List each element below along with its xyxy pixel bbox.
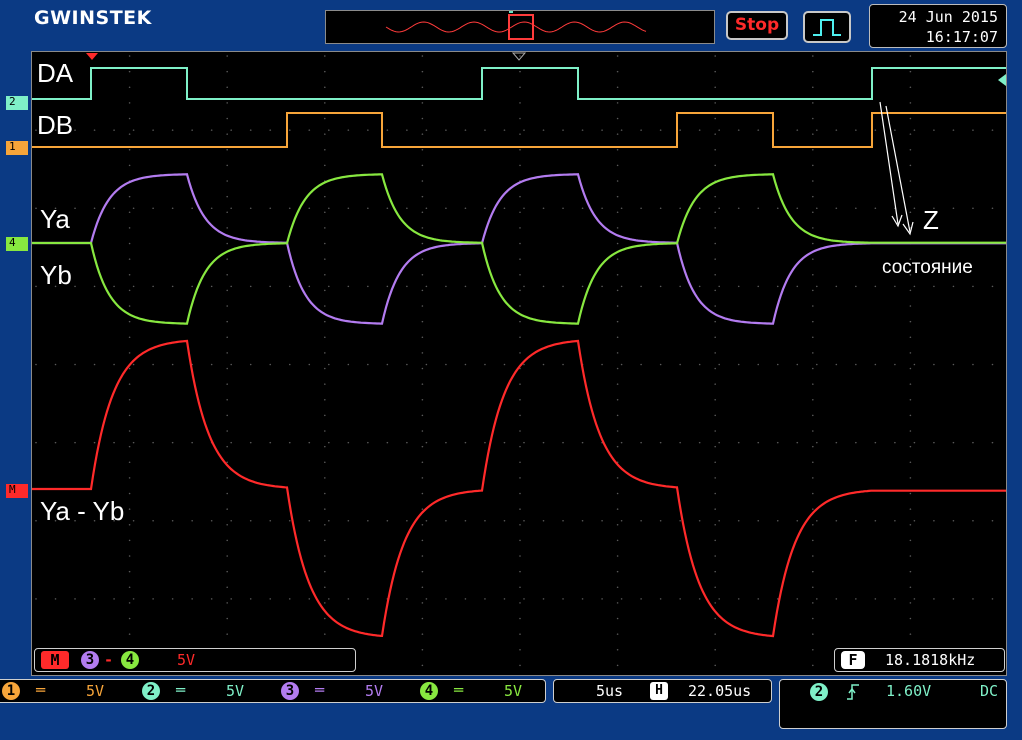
math-source-b: 4 [121, 651, 139, 669]
dc-coupling-icon: ═ [176, 681, 186, 699]
math-offset-marker[interactable]: M [6, 484, 28, 498]
date-time-display: 24 Jun 2015 16:17:07 [869, 4, 1007, 48]
ch2-offset-marker[interactable]: 2 [6, 96, 28, 110]
trace-da [32, 67, 1006, 100]
dc-coupling-icon: ═ [36, 681, 46, 699]
top-bar: GWINSTEK Stop 24 Jun 2015 16:17:07 [0, 0, 1022, 52]
label-ya: Ya [40, 204, 70, 234]
ch2-scale: 5V [226, 682, 245, 700]
math-operator: - [104, 651, 114, 669]
ch2-settings[interactable]: 2 ═ 5V [142, 680, 274, 702]
label-state: состояние [882, 257, 973, 278]
brand-logo: GWINSTEK [34, 7, 152, 29]
label-db: DB [37, 110, 74, 140]
ch4-badge: 4 [420, 682, 438, 700]
horizontal-position-icon: H [650, 682, 668, 700]
math-source-a: 3 [81, 651, 99, 669]
date-text: 24 Jun 2015 [898, 8, 998, 26]
time-text: 16:17:07 [925, 28, 998, 46]
pulse-icon [813, 19, 841, 36]
ch1-offset-marker[interactable]: 1 [6, 141, 28, 155]
label-da: DA [37, 58, 74, 88]
waveform-display: DA DB Ya Yb Z состояние Ya - Yb [31, 51, 1007, 676]
trace-ya-minus-yb [32, 339, 1006, 638]
ch4-settings[interactable]: 4 ═ 5V [420, 680, 544, 702]
timebase-settings[interactable]: 5us H 22.05us [553, 679, 772, 703]
ch1-scale: 5V [86, 682, 105, 700]
dc-coupling-icon: ═ [315, 681, 325, 699]
frequency-counter: F 18.1818kHz [834, 648, 1005, 672]
ch4-offset-marker[interactable]: 4 [6, 237, 28, 251]
waveform-plot [32, 52, 1006, 667]
dc-coupling-icon: ═ [454, 681, 464, 699]
channel-settings-bar: 1 ═ 5V 2 ═ 5V 3 ═ 5V 4 ═ 5V [0, 679, 546, 703]
ch3-settings[interactable]: 3 ═ 5V [281, 680, 413, 702]
arrow-icon [879, 101, 914, 236]
timebase-scale: 5us [596, 682, 624, 700]
ch3-badge: 3 [281, 682, 299, 700]
trigger-mode-button[interactable] [803, 11, 851, 43]
ch1-badge: 1 [2, 682, 20, 700]
ch1-settings[interactable]: 1 ═ 5V [2, 680, 134, 702]
label-z: Z [923, 205, 939, 235]
ch4-scale: 5V [504, 682, 523, 700]
label-yb: Yb [40, 260, 72, 290]
ch2-badge: 2 [142, 682, 160, 700]
traces [32, 67, 1006, 638]
math-scale: 5V [177, 651, 196, 669]
rising-edge-icon [847, 684, 859, 700]
trigger-coupling: DC [980, 682, 999, 700]
center-marker [511, 52, 527, 61]
frequency-icon: F [841, 651, 865, 669]
timebase-position: 22.05us [688, 682, 752, 700]
waveform-overview[interactable] [325, 10, 715, 44]
trigger-level: 1.60V [886, 682, 932, 700]
trigger-level-marker [998, 74, 1006, 86]
run-stop-button[interactable]: Stop [726, 11, 788, 40]
math-settings-bar[interactable]: M 3 - 4 5V [34, 648, 356, 672]
overview-waveform-icon [385, 11, 647, 40]
ch3-scale: 5V [365, 682, 384, 700]
trigger-position-marker [86, 53, 98, 60]
trigger-settings[interactable]: 2 1.60V DC [779, 679, 1007, 729]
math-badge: M [41, 651, 69, 669]
frequency-value: 18.1818kHz [885, 651, 976, 669]
trigger-source-badge: 2 [810, 683, 828, 701]
label-diff: Ya - Yb [40, 496, 125, 526]
